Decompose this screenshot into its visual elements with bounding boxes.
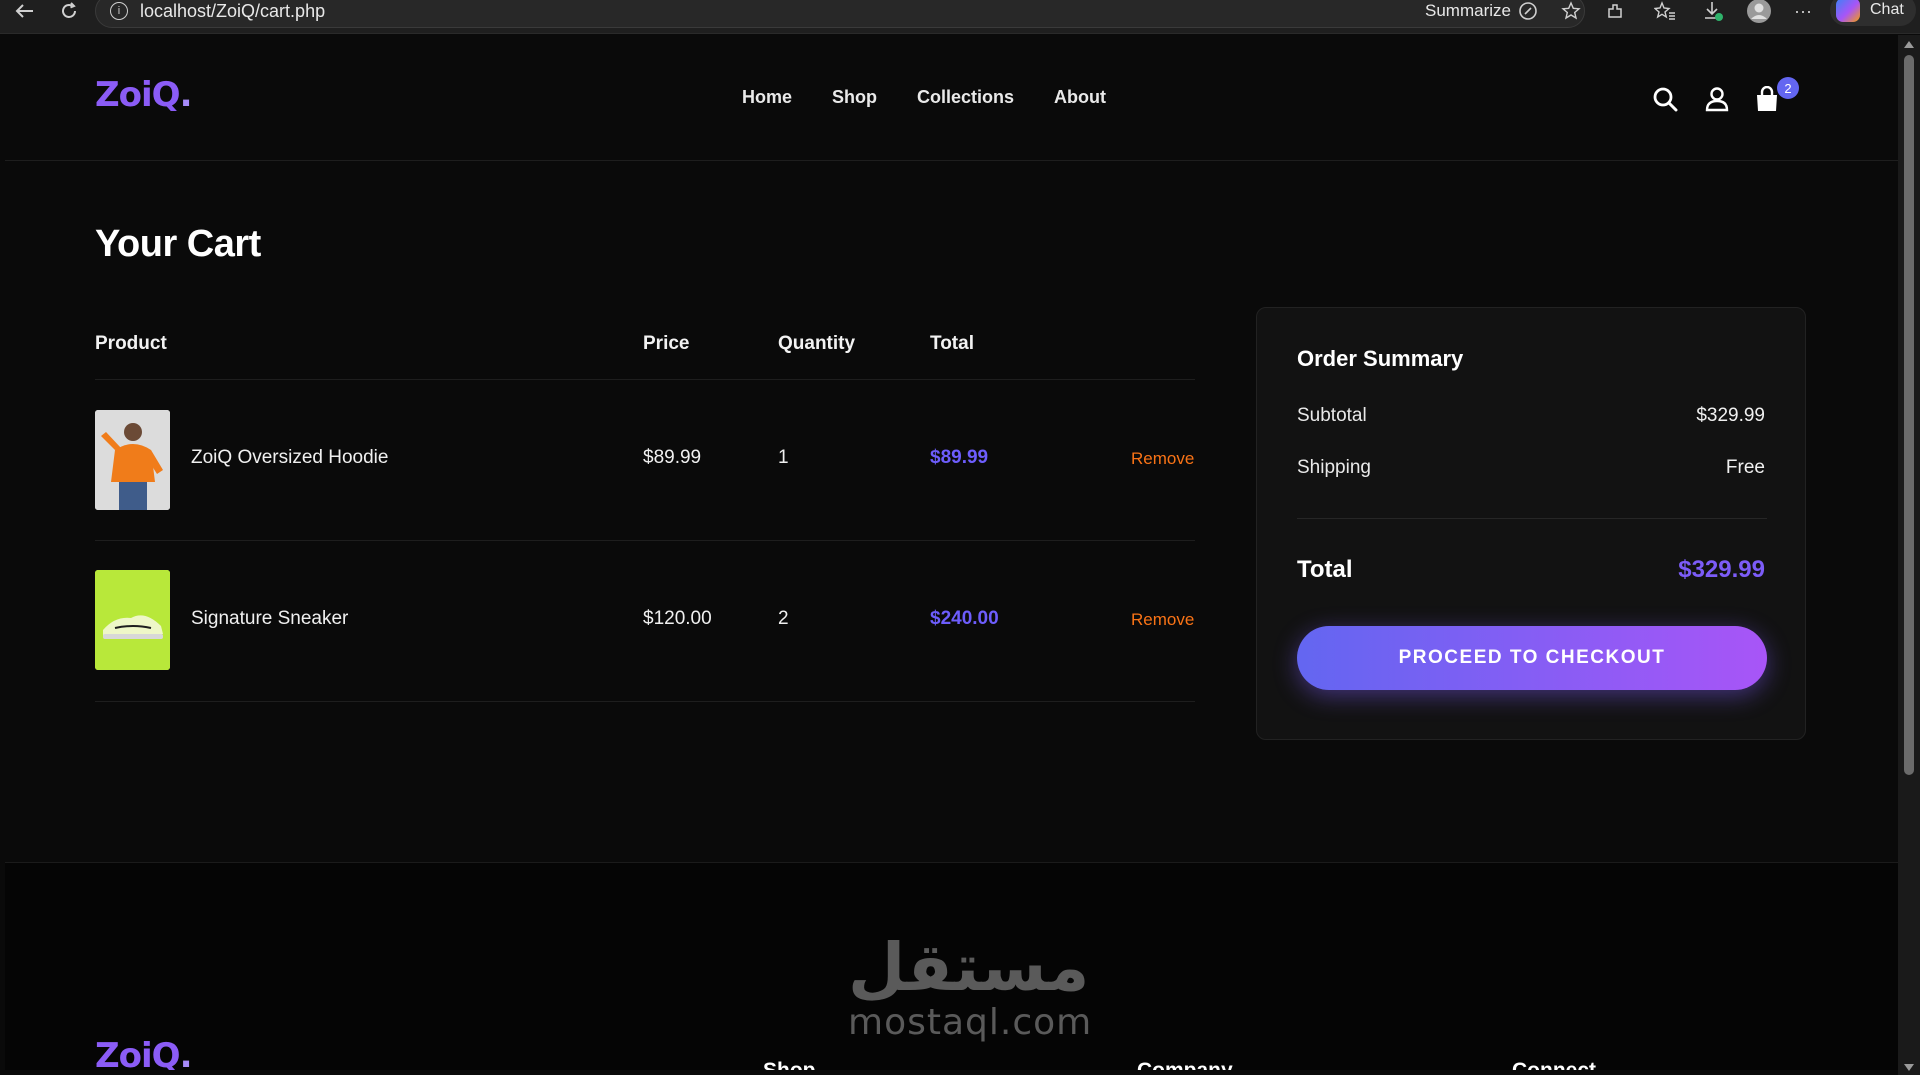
- site-header: ZoiQ. Home Shop Collections About 2: [5, 35, 1898, 161]
- footer-logo-dot: .: [179, 1036, 193, 1070]
- column-header-quantity: Quantity: [778, 333, 856, 354]
- footer-heading-connect: Connect: [1512, 1059, 1596, 1070]
- product-name[interactable]: ZoiQ Oversized Hoodie: [191, 447, 388, 469]
- reload-icon[interactable]: [56, 0, 82, 22]
- chat-label: Chat: [1870, 1, 1904, 18]
- page-scrollbar[interactable]: [1898, 35, 1920, 1075]
- order-summary-title: Order Summary: [1297, 346, 1464, 371]
- more-options-icon[interactable]: ···: [1790, 0, 1816, 22]
- extensions-icon[interactable]: [1602, 0, 1628, 22]
- remove-item-button[interactable]: Remove: [1131, 449, 1194, 469]
- shipping-value: Free: [1725, 457, 1765, 478]
- column-header-price: Price: [643, 333, 690, 354]
- scroll-up-arrow-icon[interactable]: [1904, 41, 1914, 48]
- proceed-to-checkout-button[interactable]: PROCEED TO CHECKOUT: [1297, 626, 1767, 690]
- watermark-url: mostaql.com: [848, 1002, 1093, 1043]
- site-logo[interactable]: ZoiQ.: [95, 75, 192, 115]
- favorites-list-icon[interactable]: [1652, 0, 1678, 22]
- profile-avatar-icon[interactable]: [1744, 0, 1774, 23]
- summarize-icon: [1519, 2, 1537, 20]
- product-quantity[interactable]: 1: [778, 447, 789, 469]
- main-nav: Home Shop Collections About: [742, 87, 1106, 108]
- product-price: $89.99: [643, 447, 702, 468]
- site-footer: مستقل mostaql.com ZoiQ. Shop Company Con…: [5, 862, 1898, 1070]
- favorite-star-icon[interactable]: [1558, 0, 1584, 22]
- product-image-hoodie[interactable]: [95, 410, 170, 510]
- row-divider: [95, 701, 1195, 702]
- browser-toolbar: i localhost/ZoiQ/cart.php Summarize ··· …: [0, 0, 1920, 34]
- copilot-icon: [1836, 0, 1860, 22]
- product-price: $120.00: [643, 608, 712, 629]
- total-value: $329.99: [1678, 556, 1765, 583]
- remove-item-button[interactable]: Remove: [1131, 610, 1194, 630]
- footer-logo-text: ZoiQ: [95, 1036, 181, 1070]
- search-icon[interactable]: [1651, 85, 1679, 113]
- watermark-arabic: مستقل: [848, 929, 1090, 1006]
- downloads-icon[interactable]: [1700, 0, 1726, 22]
- nav-shop[interactable]: Shop: [832, 87, 877, 108]
- row-divider: [95, 540, 1195, 541]
- product-line-total: $240.00: [930, 608, 999, 629]
- scrollbar-thumb[interactable]: [1904, 55, 1914, 775]
- page-content: ZoiQ. Home Shop Collections About 2 Your…: [5, 35, 1898, 1070]
- footer-heading-shop: Shop: [763, 1059, 816, 1070]
- product-name[interactable]: Signature Sneaker: [191, 608, 348, 630]
- product-image-sneaker[interactable]: [95, 570, 170, 670]
- summary-divider: [1297, 518, 1767, 519]
- copilot-chat-button[interactable]: Chat: [1830, 0, 1916, 26]
- summarize-button[interactable]: Summarize: [1425, 0, 1539, 22]
- order-summary-panel: Order Summary Subtotal $329.99 Shipping …: [1256, 307, 1806, 740]
- product-line-total: $89.99: [930, 447, 989, 468]
- total-label: Total: [1297, 556, 1353, 583]
- scroll-down-arrow-icon[interactable]: [1904, 1064, 1914, 1071]
- cart-count-badge: 2: [1777, 77, 1799, 99]
- logo-dot: .: [179, 75, 193, 115]
- site-info-icon[interactable]: i: [110, 2, 128, 20]
- footer-logo[interactable]: ZoiQ.: [95, 1036, 192, 1070]
- watermark: مستقل mostaql.com: [848, 929, 1093, 1043]
- nav-collections[interactable]: Collections: [917, 87, 1014, 108]
- shipping-label: Shipping: [1297, 457, 1371, 478]
- summarize-label: Summarize: [1425, 1, 1511, 20]
- back-arrow-icon[interactable]: [12, 0, 38, 22]
- column-header-total: Total: [930, 333, 974, 354]
- user-account-icon[interactable]: [1703, 85, 1731, 113]
- table-header-divider: [95, 379, 1195, 380]
- nav-about[interactable]: About: [1054, 87, 1106, 108]
- product-quantity[interactable]: 2: [778, 608, 789, 630]
- subtotal-label: Subtotal: [1297, 405, 1367, 426]
- logo-text: ZoiQ: [95, 75, 181, 115]
- page-title: Your Cart: [95, 223, 261, 265]
- subtotal-value: $329.99: [1696, 405, 1765, 426]
- footer-heading-company: Company: [1137, 1059, 1233, 1070]
- url-text: localhost/ZoiQ/cart.php: [140, 0, 326, 21]
- address-bar[interactable]: i localhost/ZoiQ/cart.php: [95, 0, 1585, 28]
- nav-home[interactable]: Home: [742, 87, 792, 108]
- column-header-product: Product: [95, 333, 167, 354]
